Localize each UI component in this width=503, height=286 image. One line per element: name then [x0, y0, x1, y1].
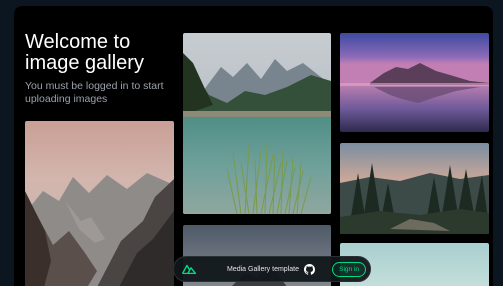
toolbar-title: Media Gallery template: [227, 265, 299, 273]
page-subtitle: You must be logged in to start uploading…: [25, 80, 164, 105]
app-frame: Welcome to image gallery You must be log…: [14, 6, 493, 286]
pine-forest-image: [340, 143, 489, 234]
floating-toolbar: Media Gallery template Sign in: [173, 256, 371, 282]
page-title: Welcome to image gallery: [25, 31, 144, 74]
mountain-lake-image: [183, 33, 331, 214]
gallery-image-sunset-reflection[interactable]: [340, 33, 489, 132]
sunset-reflection-image: [340, 33, 489, 132]
rocky-peaks-image: [25, 121, 174, 286]
sign-in-button[interactable]: Sign in: [332, 261, 366, 277]
gallery-image-pine-forest[interactable]: [340, 143, 489, 234]
gallery-image-rocky-peaks[interactable]: [25, 121, 174, 286]
intro-section: Welcome to image gallery You must be log…: [25, 32, 177, 106]
github-icon[interactable]: [303, 263, 315, 275]
nuxt-logo-icon[interactable]: [182, 264, 196, 274]
gallery-image-mountain-lake[interactable]: [183, 33, 331, 214]
